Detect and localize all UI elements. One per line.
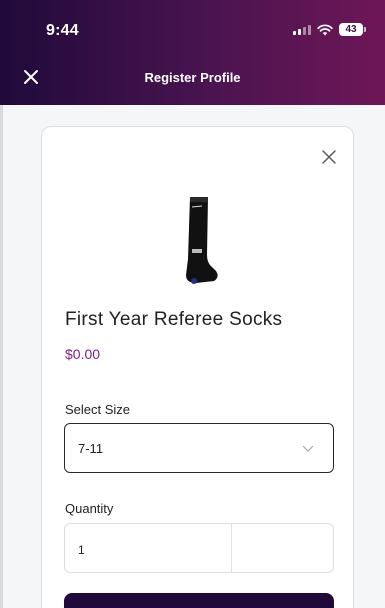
referee-sock-image <box>186 197 218 284</box>
quantity-label: Quantity <box>65 501 114 516</box>
product-price: $0.00 <box>65 346 101 362</box>
battery-icon: 43 <box>339 23 366 36</box>
size-select[interactable]: 7-11 <box>64 423 334 473</box>
scroll-edge <box>0 105 3 608</box>
page-title: Register Profile <box>144 70 241 85</box>
product-modal: First Year Referee Socks $0.00 Select Si… <box>41 126 354 608</box>
close-icon[interactable] <box>321 149 337 165</box>
size-value: 7-11 <box>78 441 104 456</box>
signal-icon <box>293 24 311 35</box>
product-name: First Year Referee Socks <box>65 309 283 330</box>
chevron-down-icon <box>302 445 314 452</box>
nav-bar: Register Profile <box>0 58 385 98</box>
quantity-divider <box>231 524 232 572</box>
quantity-field[interactable]: 1 <box>64 523 334 573</box>
status-time: 9:44 <box>46 22 79 39</box>
app-header: 9:44 43 Register Profile <box>0 0 385 105</box>
wifi-icon <box>317 23 333 35</box>
status-icons: 43 <box>293 23 366 36</box>
add-button[interactable] <box>64 593 334 608</box>
size-label: Select Size <box>65 402 131 417</box>
status-bar: 9:44 43 <box>0 0 385 50</box>
quantity-value: 1 <box>78 543 85 557</box>
